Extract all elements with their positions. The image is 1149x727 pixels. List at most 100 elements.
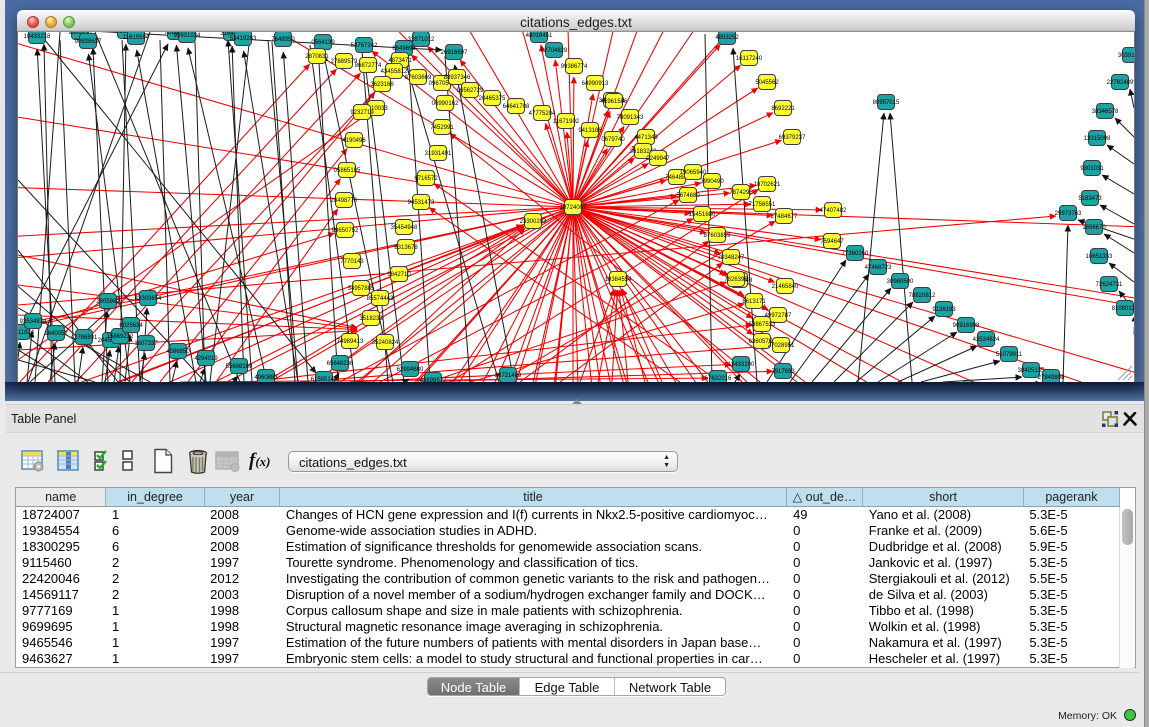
svg-text:6716572: 6716572: [414, 176, 438, 182]
svg-text:4294019: 4294019: [194, 356, 218, 362]
svg-text:38721489: 38721489: [495, 373, 522, 379]
svg-text:13315098: 13315098: [1084, 136, 1111, 142]
svg-text:78091343: 78091343: [617, 115, 644, 121]
svg-text:51079911: 51079911: [996, 352, 1023, 358]
svg-text:5183473: 5183473: [1078, 196, 1102, 202]
svg-text:9136193: 9136193: [932, 307, 956, 313]
svg-text:4893252: 4893252: [715, 35, 739, 41]
svg-text:43534624: 43534624: [973, 337, 1000, 343]
svg-text:28498776: 28498776: [331, 198, 358, 204]
svg-text:58867533: 58867533: [749, 322, 776, 328]
svg-text:4190496: 4190496: [342, 138, 366, 144]
svg-text:27028951: 27028951: [768, 343, 795, 349]
svg-text:47775204: 47775204: [529, 111, 556, 117]
svg-text:05865185: 05865185: [334, 168, 361, 174]
svg-text:53767242: 53767242: [351, 43, 378, 49]
svg-text:5045562: 5045562: [755, 80, 779, 86]
svg-text:88937346: 88937346: [444, 75, 471, 81]
svg-text:15451680: 15451680: [689, 212, 716, 218]
svg-text:74989413: 74989413: [337, 339, 364, 345]
svg-text:30391171: 30391171: [1118, 53, 1134, 59]
svg-text:19065940: 19065940: [680, 170, 707, 176]
svg-text:27484677: 27484677: [771, 214, 798, 220]
svg-text:35240824: 35240824: [372, 340, 399, 346]
svg-text:86872774: 86872774: [355, 63, 382, 69]
svg-text:4060883: 4060883: [254, 375, 278, 381]
svg-text:29973763: 29973763: [1055, 211, 1082, 217]
svg-text:31931491: 31931491: [425, 151, 452, 157]
svg-text:8613171: 8613171: [742, 299, 766, 305]
svg-text:99650752: 99650752: [332, 228, 359, 234]
svg-text:69379237: 69379237: [779, 135, 806, 141]
svg-text:9301031: 9301031: [1080, 166, 1104, 172]
svg-text:43303654: 43303654: [135, 296, 162, 302]
svg-text:6025634: 6025634: [119, 323, 143, 329]
svg-text:78820812: 78820812: [909, 293, 936, 299]
svg-text:26916697: 26916697: [441, 50, 468, 56]
svg-text:38346578: 38346578: [1092, 109, 1119, 115]
svg-text:55698169: 55698169: [226, 364, 253, 370]
svg-text:72624731: 72624731: [1096, 282, 1123, 288]
svg-text:94531473: 94531473: [408, 200, 435, 206]
svg-text:90916998: 90916998: [953, 323, 980, 329]
svg-text:80957015: 80957015: [873, 100, 900, 106]
svg-text:87603859: 87603859: [704, 233, 731, 239]
svg-text:38425135: 38425135: [1018, 368, 1045, 374]
svg-text:1640052: 1640052: [44, 331, 68, 337]
svg-text:35454948: 35454948: [391, 225, 418, 231]
svg-text:93534874: 93534874: [20, 319, 47, 325]
svg-text:4471349: 4471349: [634, 135, 658, 141]
svg-text:2870831: 2870831: [305, 54, 329, 60]
svg-text:16117240: 16117240: [736, 56, 763, 62]
svg-text:81080132: 81080132: [1112, 306, 1134, 312]
svg-text:7917693: 7917693: [771, 369, 795, 375]
svg-text:48018451: 48018451: [526, 33, 553, 39]
svg-text:64641708: 64641708: [503, 104, 530, 110]
svg-text:62994680: 62994680: [397, 367, 424, 373]
svg-text:11671902: 11671902: [553, 119, 580, 125]
svg-text:0842710: 0842710: [387, 272, 411, 278]
svg-text:06990162: 06990162: [432, 101, 459, 107]
svg-text:7452991: 7452991: [430, 125, 454, 131]
svg-text:3623166: 3623166: [370, 82, 394, 88]
svg-text:19384554: 19384554: [605, 277, 632, 283]
svg-text:64990913: 64990913: [582, 81, 609, 87]
svg-text:5674680: 5674680: [676, 193, 700, 199]
svg-text:77360260: 77360260: [842, 251, 869, 257]
svg-text:06562729: 06562729: [457, 88, 484, 94]
svg-text:9413186: 9413186: [578, 128, 602, 134]
svg-text:3518233: 3518233: [359, 316, 383, 322]
svg-text:61595148: 61595148: [311, 377, 338, 382]
svg-text:10433218: 10433218: [24, 34, 51, 40]
svg-text:0564139: 0564139: [311, 40, 335, 46]
svg-text:7594647: 7594647: [820, 239, 844, 245]
svg-text:90838637: 90838637: [75, 39, 102, 45]
svg-text:18702621: 18702621: [754, 182, 781, 188]
svg-text:1656670: 1656670: [1082, 225, 1106, 231]
svg-text:65648236: 65648236: [327, 361, 354, 367]
svg-text:22782489: 22782489: [1107, 80, 1134, 86]
svg-text:70348247: 70348247: [718, 255, 745, 261]
svg-text:3990490: 3990490: [700, 179, 724, 185]
svg-text:42786801: 42786801: [71, 335, 98, 341]
svg-text:0249947: 0249947: [646, 156, 670, 162]
svg-text:13433200: 13433200: [728, 362, 755, 368]
svg-text:11615594: 11615594: [123, 35, 150, 41]
svg-text:8692221: 8692221: [771, 106, 795, 112]
svg-text:23300293: 23300293: [520, 219, 547, 225]
svg-text:53419283: 53419283: [230, 36, 257, 42]
svg-text:7648350: 7648350: [271, 37, 295, 43]
svg-text:18724007: 18724007: [560, 205, 587, 211]
svg-text:45961586: 45961586: [601, 99, 628, 105]
svg-text:4586850: 4586850: [166, 349, 190, 355]
svg-text:71756551: 71756551: [749, 202, 776, 208]
svg-text:8313678: 8313678: [394, 245, 418, 251]
svg-text:85574443: 85574443: [367, 296, 394, 302]
svg-text:43699577: 43699577: [420, 378, 447, 382]
svg-text:15869232: 15869232: [107, 334, 134, 340]
svg-text:20465375: 20465375: [479, 96, 506, 102]
svg-text:30980500: 30980500: [887, 279, 914, 285]
svg-text:10651333: 10651333: [1086, 254, 1113, 260]
svg-text:1607337: 1607337: [134, 341, 158, 347]
svg-text:21465840: 21465840: [772, 284, 799, 290]
